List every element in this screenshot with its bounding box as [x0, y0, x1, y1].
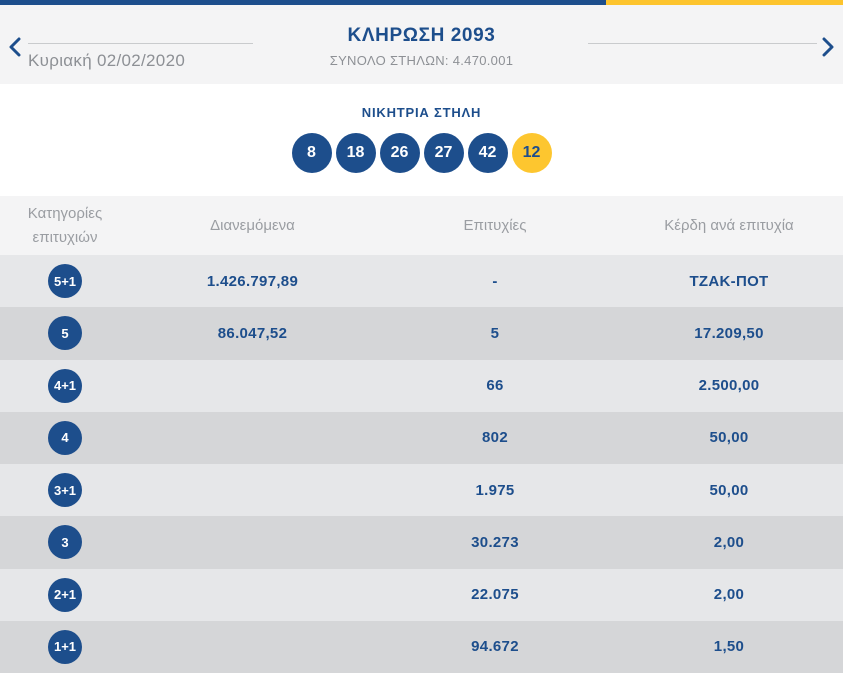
distributed-value: 1.426.797,89 — [206, 272, 299, 290]
right-divider-line — [588, 43, 817, 44]
table-row: 1+1 94.672 1,50 — [0, 620, 843, 673]
payout-value: 2,00 — [713, 586, 745, 604]
winning-number-ball: 8 — [291, 133, 332, 173]
payout-value: 1,50 — [713, 638, 745, 656]
payout-value: 50,00 — [709, 429, 749, 447]
category-badge: 3+1 — [48, 473, 82, 508]
category-badge: 3 — [48, 525, 82, 560]
results-table: Κατηγορίες επιτυχιών Διανεμόμενα Επιτυχί… — [0, 196, 843, 673]
table-row: 2+1 22.075 2,00 — [0, 568, 843, 621]
winners-value: 802 — [482, 429, 508, 447]
category-badge: 5+1 — [48, 264, 82, 299]
winning-number-ball: 27 — [423, 133, 464, 173]
category-badge: 4 — [48, 420, 82, 455]
winners-value: 94.672 — [471, 638, 519, 656]
winners-value: 66 — [486, 377, 504, 395]
winning-column-label: ΝΙΚΗΤΡΙΑ ΣΤΗΛΗ — [361, 105, 482, 120]
winning-column-section: ΝΙΚΗΤΡΙΑ ΣΤΗΛΗ 8 18 26 27 42 12 — [0, 84, 843, 196]
category-badge: 1+1 — [48, 629, 82, 664]
results-table-body: 5+1 1.426.797,89 - ΤΖΑΚ-ΠΟΤ 5 86.047,52 … — [0, 255, 843, 673]
payout-value: 50,00 — [709, 481, 749, 499]
chevron-right-icon — [822, 37, 834, 62]
table-row: 3 30.273 2,00 — [0, 516, 843, 569]
payout-value: ΤΖΑΚ-ΠΟΤ — [689, 272, 769, 290]
category-badge: 5 — [48, 316, 82, 351]
winning-number-ball: 42 — [467, 133, 508, 173]
next-draw-button[interactable] — [821, 37, 835, 62]
winners-value: 5 — [490, 324, 500, 342]
draw-header: Κυριακή 02/02/2020 ΚΛΗΡΩΣΗ 2093 ΣΥΝΟΛΟ Σ… — [0, 5, 843, 84]
column-header-payout: Κέρδη ανά επιτυχία — [664, 217, 794, 234]
payout-value: 2,00 — [713, 533, 745, 551]
distributed-value: 86.047,52 — [217, 324, 288, 342]
table-row: 5+1 1.426.797,89 - ΤΖΑΚ-ΠΟΤ — [0, 255, 843, 308]
column-header-distributed: Διανεμόμενα — [210, 217, 295, 234]
winners-value: 1.975 — [475, 481, 515, 499]
column-header-winners: Επιτυχίες — [463, 217, 527, 234]
payout-value: 2.500,00 — [698, 377, 760, 395]
winners-value: 30.273 — [471, 533, 519, 551]
category-badge: 4+1 — [48, 368, 82, 403]
draw-subtitle-total-columns: ΣΥΝΟΛΟ ΣΤΗΛΩΝ: 4.470.001 — [329, 53, 514, 68]
winning-number-ball: 18 — [335, 133, 376, 173]
table-row: 4+1 66 2.500,00 — [0, 359, 843, 412]
category-badge: 2+1 — [48, 577, 82, 612]
winning-bonus-number-ball: 12 — [511, 133, 552, 173]
payout-value: 17.209,50 — [694, 324, 764, 342]
table-row: 4 802 50,00 — [0, 411, 843, 464]
column-header-categories: Κατηγορίες επιτυχιών — [27, 205, 103, 246]
table-row: 5 86.047,52 5 17.209,50 — [0, 307, 843, 360]
results-table-header: Κατηγορίες επιτυχιών Διανεμόμενα Επιτυχί… — [0, 196, 843, 255]
winning-numbers-row: 8 18 26 27 42 12 — [0, 133, 843, 173]
draw-title-group: ΚΛΗΡΩΣΗ 2093 ΣΥΝΟΛΟ ΣΤΗΛΩΝ: 4.470.001 — [0, 25, 843, 68]
winners-value: 22.075 — [471, 586, 519, 604]
winners-value: - — [492, 272, 498, 290]
table-row: 3+1 1.975 50,00 — [0, 464, 843, 517]
winning-number-ball: 26 — [379, 133, 420, 173]
